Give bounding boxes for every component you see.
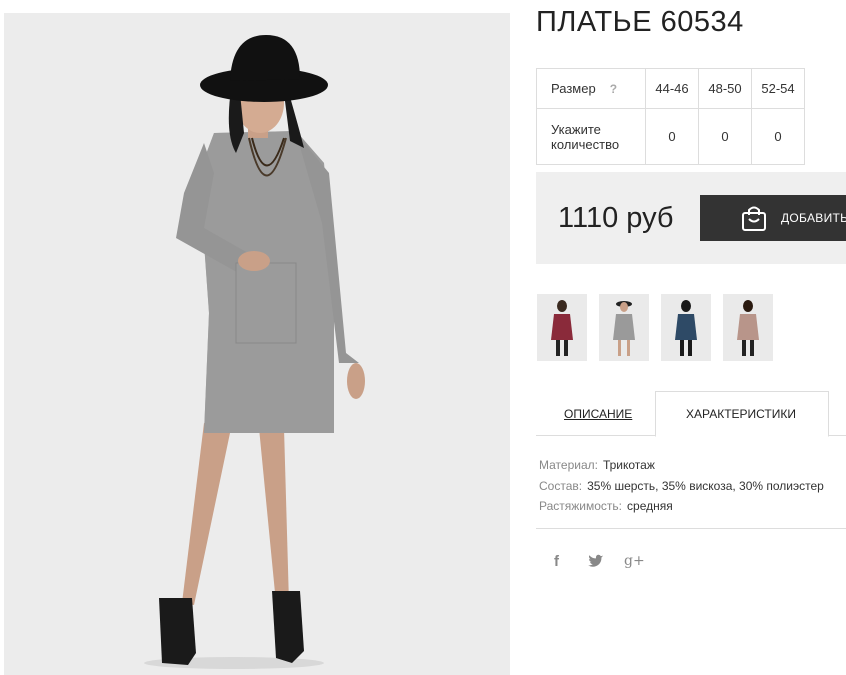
price: 1110 руб [558, 202, 674, 234]
product-title: ПЛАТЬЕ 60534 [536, 6, 744, 38]
specs-list: Материал: Трикотаж Состав: 35% шерсть, 35%… [539, 455, 824, 517]
size-quantity-table: Размер? 44-46 48-50 52-54 Укажите количе… [536, 68, 805, 165]
facebook-icon[interactable]: f [554, 553, 559, 570]
spec-key: Состав: [539, 478, 583, 493]
help-icon[interactable]: ? [610, 82, 617, 96]
sizes-label-cell: Размер? [536, 68, 646, 109]
add-to-cart-label: ДОБАВИТЬ [781, 211, 846, 225]
sizes-label: Размер [551, 81, 596, 96]
quantity-input-44-46[interactable]: 0 [645, 108, 699, 165]
google-plus-icon[interactable]: g+ [624, 553, 645, 569]
thumbnail-image [675, 300, 697, 356]
thumbnail-image [551, 300, 573, 356]
price-box: 1110 руб ДОБАВИТЬ [536, 172, 846, 264]
spec-key: Материал: [539, 458, 598, 472]
quantity-input-48-50[interactable]: 0 [698, 108, 752, 165]
quantity-label-line2: количество [551, 136, 620, 152]
spec-value: Трикотаж [602, 458, 655, 472]
spec-key: Растяжимость: [539, 499, 623, 513]
product-panel: ПЛАТЬЕ 60534 Размер? 44-46 48-50 52-54 У… [536, 0, 846, 675]
spec-value: средняя [627, 499, 673, 513]
product-tabs: ОПИСАНИЕ ХАРАКТЕРИСТИКИ [536, 391, 846, 437]
tab-description[interactable]: ОПИСАНИЕ [564, 407, 632, 421]
add-to-cart-button[interactable]: ДОБАВИТЬ [700, 195, 846, 241]
thumbnail-image [737, 300, 759, 356]
quantity-label-line1: Укажите [551, 121, 601, 137]
model-illustration [4, 13, 510, 675]
thumbnail-grey[interactable] [599, 294, 649, 361]
thumbnail-burgundy[interactable] [537, 294, 587, 361]
product-photo[interactable] [4, 13, 510, 675]
spec-composition: Состав: 35% шерсть, 35% вискоза, 30% поли… [539, 476, 824, 497]
twitter-icon[interactable] [588, 554, 603, 572]
tab-characteristics[interactable]: ХАРАКТЕРИСТИКИ [655, 391, 829, 437]
quantity-label: Укажите количество [536, 108, 646, 165]
size-44-46: 44-46 [645, 68, 699, 109]
thumbnail-navy[interactable] [661, 294, 711, 361]
spec-value: 35% шерсть, 35% вискоза, 30% полиэстер [587, 478, 824, 493]
section-divider [536, 528, 846, 529]
bag-icon [742, 206, 766, 231]
twitter-bird-shape [588, 554, 603, 567]
tab-characteristics-label: ХАРАКТЕРИСТИКИ [686, 407, 797, 421]
spec-stretch: Растяжимость: средняя [539, 496, 824, 517]
size-52-54: 52-54 [751, 68, 805, 109]
quantity-input-52-54[interactable]: 0 [751, 108, 805, 165]
size-48-50: 48-50 [698, 68, 752, 109]
spec-material: Материал: Трикотаж [539, 455, 824, 476]
thumbnail-image [613, 301, 635, 356]
thumbnail-beige[interactable] [723, 294, 773, 361]
